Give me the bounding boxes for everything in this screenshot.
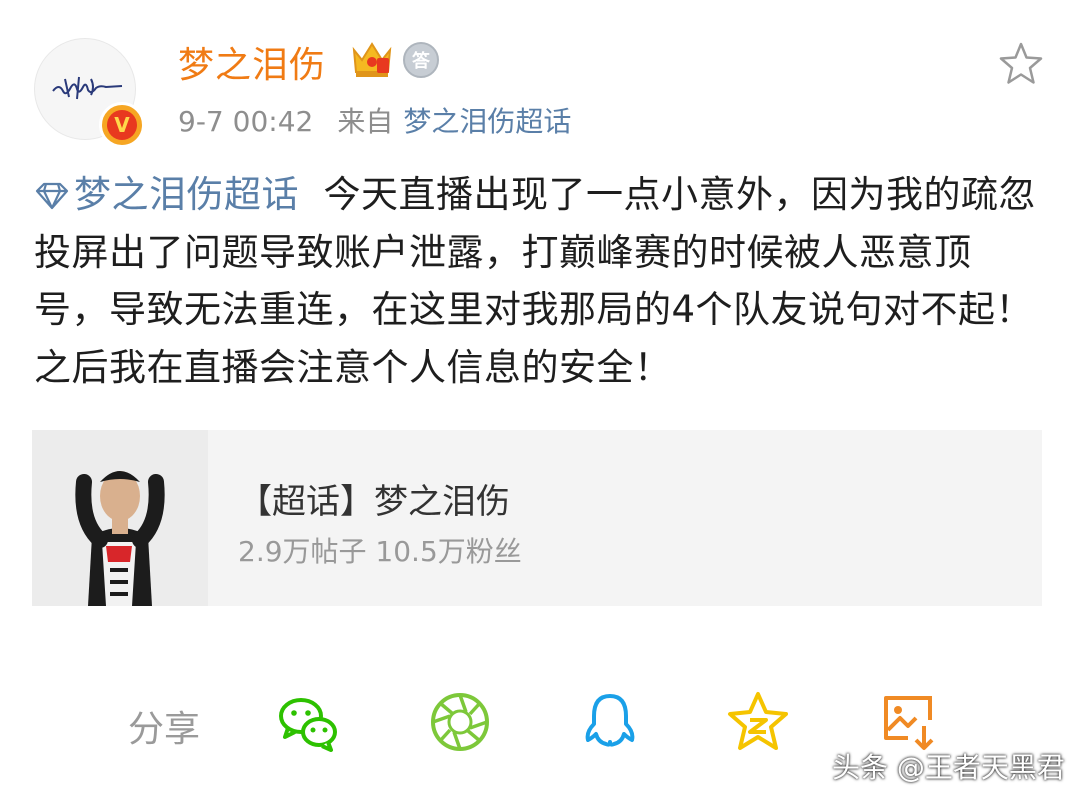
wechat-icon[interactable] <box>276 690 340 754</box>
post-body: 梦之泪伤超话 今天直播出现了一点小意外，因为我的疏忽投屏出了问题导致账户泄露，打… <box>34 166 1044 396</box>
card-stats: 2.9万帖子 10.5万粉丝 <box>238 535 522 568</box>
username[interactable]: 梦之泪伤 <box>178 36 326 88</box>
save-image-icon[interactable] <box>878 690 942 754</box>
source-link[interactable]: 梦之泪伤超话 <box>403 105 571 138</box>
card-title: 【超话】梦之泪伤 <box>238 482 510 522</box>
qzone-icon[interactable] <box>726 690 790 754</box>
qq-icon[interactable] <box>578 690 642 754</box>
topic-label: 梦之泪伤超话 <box>74 173 299 216</box>
post-meta: 9-7 00:42 来自 梦之泪伤超话 <box>178 100 571 140</box>
card-photo <box>32 430 208 606</box>
favorite-star-icon[interactable] <box>997 40 1045 88</box>
medal-text: 答 <box>412 51 430 72</box>
medal-icon: 答 <box>403 42 439 78</box>
share-label: 分享 <box>128 709 201 750</box>
post-timestamp: 9-7 00:42 <box>178 105 314 138</box>
crown-icon <box>352 42 392 77</box>
source-prefix: 来自 <box>337 105 394 138</box>
super-topic-card[interactable]: 【超话】梦之泪伤 2.9万帖子 10.5万粉丝 <box>32 430 1042 606</box>
verified-badge-icon: V <box>99 102 145 148</box>
diamond-icon <box>35 182 69 210</box>
watermark: 头条 @王者天黑君 <box>832 751 1065 784</box>
moments-icon[interactable] <box>428 690 492 754</box>
topic-link[interactable]: 梦之泪伤超话 <box>34 173 299 216</box>
verified-badge-text: V <box>107 110 137 140</box>
